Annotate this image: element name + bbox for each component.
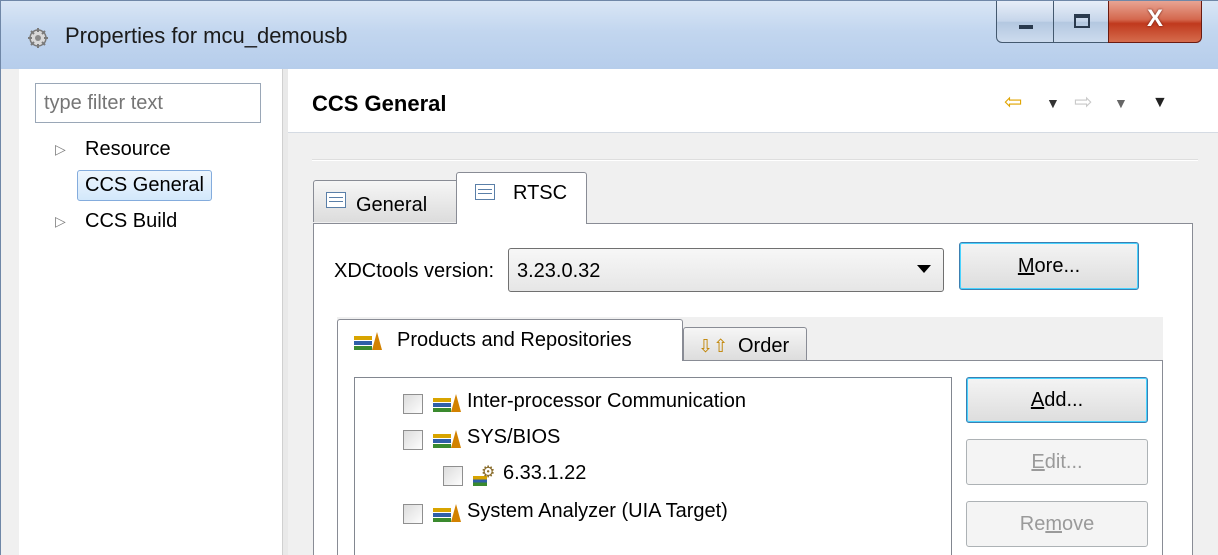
close-button[interactable]: X	[1108, 1, 1202, 43]
table-icon	[326, 192, 346, 208]
minimize-button[interactable]	[996, 1, 1054, 43]
mnemonic: M	[1017, 255, 1035, 277]
view-menu-icon[interactable]: ▼	[1152, 94, 1168, 112]
back-arrow-icon[interactable]: ⇦	[1004, 89, 1022, 115]
properties-window: Properties for mcu_demousb X ▷ Resource …	[0, 0, 1218, 555]
left-navigation-pane: ▷ Resource CCS General ▷ CCS Build	[19, 69, 282, 555]
checkbox[interactable]	[443, 466, 463, 486]
checkbox[interactable]	[403, 394, 423, 414]
tree-item-ccs-build[interactable]: ▷ CCS Build	[19, 205, 282, 237]
tab-label: General	[356, 194, 428, 216]
list-item-label: SYS/BIOS	[467, 426, 561, 448]
library-icon	[433, 394, 461, 412]
button-label: dit...	[1044, 451, 1083, 473]
list-item-label: 6.33.1.22	[503, 462, 587, 484]
more-button[interactable]: More...	[959, 242, 1139, 290]
button-label: Re	[1019, 513, 1046, 535]
tree-item-label: Resource	[85, 138, 171, 160]
remove-button[interactable]: Remove	[966, 501, 1148, 547]
maximize-button[interactable]	[1053, 1, 1109, 43]
dropdown-arrow-icon[interactable]	[917, 265, 931, 273]
library-icon	[433, 430, 461, 448]
button-label: dd...	[1044, 389, 1084, 411]
rtsc-panel: XDCtools version: 3.23.0.32 More... Prod…	[313, 223, 1193, 555]
library-icon	[433, 504, 461, 522]
xdctools-version-select[interactable]: 3.23.0.32	[508, 248, 944, 292]
back-dropdown-icon[interactable]: ▼	[1046, 95, 1060, 111]
tab-products-and-repositories[interactable]: Products and Repositories	[337, 319, 683, 361]
tab-label: Products and Repositories	[397, 329, 632, 351]
library-icon	[354, 332, 382, 350]
mnemonic: m	[1045, 513, 1062, 535]
tab-label: Order	[738, 335, 790, 357]
dialog-client-area: ▷ Resource CCS General ▷ CCS Build CCS G…	[1, 69, 1218, 555]
products-tab-area: Products and Repositories ⇩⇧ Order Inter…	[337, 317, 1163, 555]
forward-dropdown-icon[interactable]: ▼	[1114, 95, 1128, 111]
window-title: Properties for mcu_demousb	[65, 23, 348, 48]
properties-page: CCS General ⇦ ▼ ⇨ ▼ ▼ General RTSC XDCto…	[288, 69, 1218, 555]
filter-input[interactable]	[35, 83, 261, 123]
button-label: ore...	[1034, 255, 1081, 277]
tree-item-label: CCS Build	[85, 210, 178, 232]
tree-item-label: CCS General	[77, 170, 212, 201]
separator	[312, 159, 1198, 161]
products-list[interactable]: Inter-processor Communication SYS/BIOS ⚙	[354, 377, 952, 555]
page-title: CCS General	[312, 91, 447, 116]
tab-general[interactable]: General	[313, 180, 459, 222]
products-panel: Inter-processor Communication SYS/BIOS ⚙	[337, 360, 1163, 555]
xdctools-version-value: 3.23.0.32	[517, 260, 601, 282]
tab-label: RTSC	[513, 182, 568, 204]
table-icon	[475, 184, 495, 200]
button-label: ove	[1062, 513, 1095, 535]
tree-item-ccs-general[interactable]: CCS General	[19, 169, 282, 201]
list-item-label: System Analyzer (UIA Target)	[467, 500, 728, 522]
order-arrows-icon: ⇩⇧	[698, 336, 729, 356]
checkbox[interactable]	[403, 504, 423, 524]
forward-arrow-icon[interactable]: ⇨	[1074, 89, 1092, 115]
mnemonic: E	[1031, 451, 1045, 473]
properties-app-icon	[28, 28, 48, 48]
tree-item-resource[interactable]: ▷ Resource	[19, 133, 282, 165]
mnemonic: A	[1030, 389, 1045, 411]
tab-order[interactable]: ⇩⇧ Order	[683, 327, 807, 361]
maximize-icon	[1074, 14, 1090, 28]
tab-rtsc[interactable]: RTSC	[456, 172, 587, 224]
checkbox[interactable]	[403, 430, 423, 450]
xdctools-version-label: XDCtools version:	[334, 260, 495, 282]
edit-button[interactable]: Edit...	[966, 439, 1148, 485]
page-header: CCS General ⇦ ▼ ⇨ ▼ ▼	[288, 69, 1218, 133]
package-gear-icon: ⚙	[473, 462, 495, 486]
minimize-icon	[1019, 25, 1033, 29]
expand-arrow-icon[interactable]: ▷	[55, 133, 66, 165]
list-item-label: Inter-processor Communication	[467, 390, 746, 412]
add-button[interactable]: Add...	[966, 377, 1148, 423]
expand-arrow-icon[interactable]: ▷	[55, 205, 66, 237]
close-icon: X	[1146, 5, 1163, 32]
title-bar[interactable]: Properties for mcu_demousb X	[1, 1, 1218, 69]
